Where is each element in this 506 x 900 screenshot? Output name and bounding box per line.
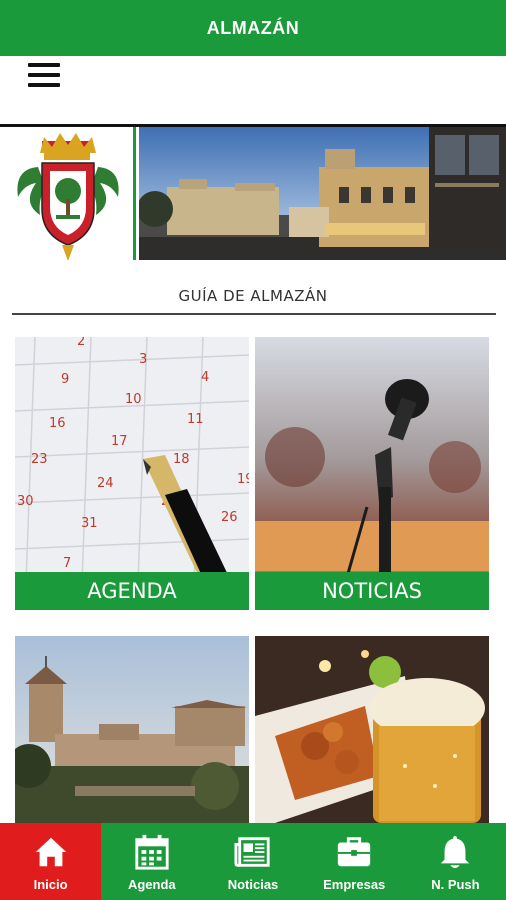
section-title: GUÍA DE ALMAZÁN [178, 287, 328, 305]
cal-num: 24 [97, 476, 114, 491]
cal-num: 19 [237, 472, 249, 487]
castle-building-image [15, 636, 249, 823]
tile-noticias-label: NOTICIAS [255, 572, 489, 610]
cal-num: 3 [139, 352, 147, 367]
cal-num: 31 [81, 516, 98, 531]
cal-num: 10 [125, 392, 142, 407]
cal-num: 30 [17, 494, 34, 509]
nav-push[interactable]: N. Push [405, 823, 506, 900]
cal-num: 2 [77, 337, 85, 349]
crest-container [0, 127, 136, 261]
section-divider [12, 313, 496, 315]
newspaper-icon [234, 837, 270, 867]
nav-label: N. Push [431, 877, 480, 892]
cal-num: 23 [31, 452, 48, 467]
nav-empresas[interactable]: Empresas [304, 823, 405, 900]
nav-label: Noticias [227, 877, 279, 892]
tile-noticias[interactable]: NOTICIAS [255, 337, 489, 610]
microphone-image [255, 337, 489, 610]
nav-inicio[interactable]: Inicio [0, 823, 102, 900]
tile-agenda-label: AGENDA [15, 572, 249, 610]
bell-icon [441, 835, 470, 869]
cal-num: 7 [63, 556, 71, 571]
cal-num: 11 [187, 412, 204, 427]
cal-num: 4 [201, 370, 209, 385]
app-title: ALMAZÁN [206, 17, 300, 38]
cal-num: 16 [49, 416, 66, 431]
app-bar: ALMAZÁN [0, 0, 506, 56]
nav-agenda[interactable]: Agenda [101, 823, 202, 900]
coat-of-arms-icon [17, 133, 119, 261]
calendar-with-pen-image: 2 3 4 9 10 11 16 17 18 19 23 24 25 26 30… [15, 337, 249, 610]
nav-label: Agenda [127, 877, 176, 892]
briefcase-icon [338, 837, 371, 867]
cal-num: 26 [221, 510, 238, 525]
nav-noticias[interactable]: Noticias [202, 823, 303, 900]
tile-castle[interactable] [15, 636, 249, 823]
home-icon [35, 837, 66, 867]
bottom-navigation: Inicio Agenda Noticias Empresas N. Push [0, 823, 506, 900]
tile-agenda[interactable]: 2 3 4 9 10 11 16 17 18 19 23 24 25 26 30… [15, 337, 249, 610]
nav-label: Empresas [323, 877, 386, 892]
cal-num: 9 [61, 372, 69, 387]
town-square-photo [139, 127, 506, 260]
nav-label: Inicio [33, 877, 68, 892]
hamburger-menu-icon[interactable] [28, 63, 60, 89]
tile-food[interactable] [255, 636, 489, 823]
cal-num: 17 [111, 434, 128, 449]
food-and-beer-image [255, 636, 489, 823]
calendar-icon [135, 834, 169, 870]
banner [0, 124, 506, 263]
cal-num: 18 [173, 452, 190, 467]
menu-row [0, 56, 506, 124]
